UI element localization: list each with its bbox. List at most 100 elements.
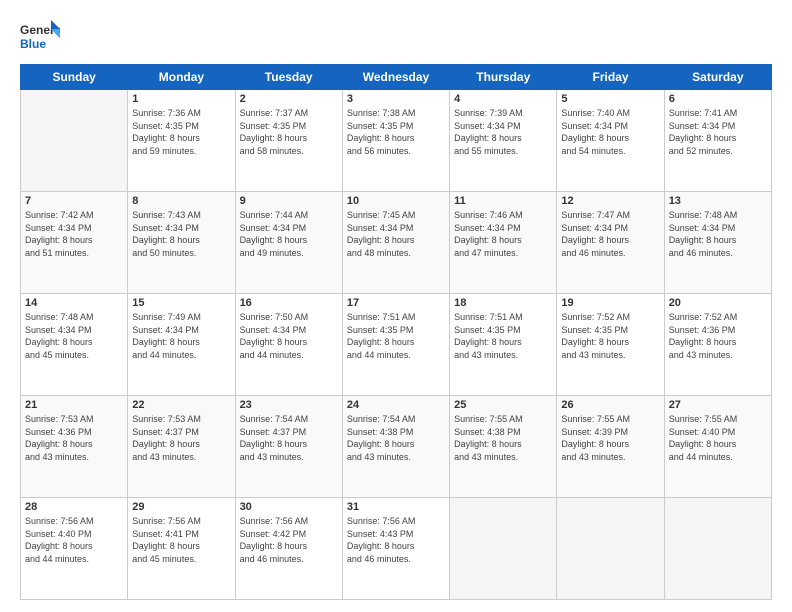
day-number: 23 <box>240 399 338 411</box>
day-number: 4 <box>454 93 552 105</box>
day-number: 25 <box>454 399 552 411</box>
calendar-cell <box>21 90 128 192</box>
day-info: Sunrise: 7:52 AM Sunset: 4:35 PM Dayligh… <box>561 311 659 361</box>
calendar-cell: 31Sunrise: 7:56 AM Sunset: 4:43 PM Dayli… <box>342 498 449 600</box>
weekday-header-monday: Monday <box>128 65 235 90</box>
day-info: Sunrise: 7:55 AM Sunset: 4:39 PM Dayligh… <box>561 413 659 463</box>
day-number: 17 <box>347 297 445 309</box>
calendar-cell: 1 Sunrise: 7:36 AM Sunset: 4:35 PM Daylig… <box>128 90 235 192</box>
calendar-cell: 20 Sunrise: 7:52 AM Sunset: 4:36 PM Dayli… <box>664 294 771 396</box>
day-number: 6 <box>669 93 767 105</box>
calendar-cell: 5 Sunrise: 7:40 AM Sunset: 4:34 PM Daylig… <box>557 90 664 192</box>
day-info: Sunrise: 7:39 AM Sunset: 4:34 PM Dayligh… <box>454 107 552 157</box>
weekday-header-wednesday: Wednesday <box>342 65 449 90</box>
day-info: Sunrise: 7:54 AM Sunset: 4:38 PM Dayligh… <box>347 413 445 463</box>
logo-container: General Blue <box>20 20 60 56</box>
calendar-cell: 10 Sunrise: 7:45 AM Sunset: 4:34 PM Dayli… <box>342 192 449 294</box>
day-number: 13 <box>669 195 767 207</box>
day-number: 26 <box>561 399 659 411</box>
calendar-cell: 21 Sunrise: 7:53 AM Sunset: 4:36 PM Dayli… <box>21 396 128 498</box>
day-number: 24 <box>347 399 445 411</box>
svg-text:Blue: Blue <box>20 37 46 51</box>
calendar-cell: 3Sunrise: 7:38 AM Sunset: 4:35 PM Daylig… <box>342 90 449 192</box>
logo: General Blue <box>20 20 60 56</box>
day-info: Sunrise: 7:56 AM Sunset: 4:42 PM Dayligh… <box>240 515 338 565</box>
day-number: 30 <box>240 501 338 513</box>
calendar-cell: 9 Sunrise: 7:44 AM Sunset: 4:34 PM Daylig… <box>235 192 342 294</box>
day-info: Sunrise: 7:47 AM Sunset: 4:34 PM Dayligh… <box>561 209 659 259</box>
day-number: 8 <box>132 195 230 207</box>
calendar-cell: 4 Sunrise: 7:39 AM Sunset: 4:34 PM Daylig… <box>450 90 557 192</box>
calendar-cell: 30 Sunrise: 7:56 AM Sunset: 4:42 PM Dayli… <box>235 498 342 600</box>
calendar-cell: 22Sunrise: 7:53 AM Sunset: 4:37 PM Dayli… <box>128 396 235 498</box>
calendar-cell: 16 Sunrise: 7:50 AM Sunset: 4:34 PM Dayli… <box>235 294 342 396</box>
day-info: Sunrise: 7:48 AM Sunset: 4:34 PM Dayligh… <box>669 209 767 259</box>
day-number: 21 <box>25 399 123 411</box>
calendar-cell: 13 Sunrise: 7:48 AM Sunset: 4:34 PM Dayli… <box>664 192 771 294</box>
day-info: Sunrise: 7:52 AM Sunset: 4:36 PM Dayligh… <box>669 311 767 361</box>
day-info: Sunrise: 7:56 AM Sunset: 4:41 PM Dayligh… <box>132 515 230 565</box>
day-number: 7 <box>25 195 123 207</box>
day-info: Sunrise: 7:36 AM Sunset: 4:35 PM Dayligh… <box>132 107 230 157</box>
day-number: 16 <box>240 297 338 309</box>
day-info: Sunrise: 7:44 AM Sunset: 4:34 PM Dayligh… <box>240 209 338 259</box>
day-info: Sunrise: 7:42 AM Sunset: 4:34 PM Dayligh… <box>25 209 123 259</box>
week-row-5: 28Sunrise: 7:56 AM Sunset: 4:40 PM Dayli… <box>21 498 772 600</box>
week-row-1: 1 Sunrise: 7:36 AM Sunset: 4:35 PM Daylig… <box>21 90 772 192</box>
day-number: 20 <box>669 297 767 309</box>
day-number: 5 <box>561 93 659 105</box>
day-info: Sunrise: 7:45 AM Sunset: 4:34 PM Dayligh… <box>347 209 445 259</box>
calendar-cell: 6 Sunrise: 7:41 AM Sunset: 4:34 PM Daylig… <box>664 90 771 192</box>
calendar-cell: 25 Sunrise: 7:55 AM Sunset: 4:38 PM Dayli… <box>450 396 557 498</box>
week-row-2: 7 Sunrise: 7:42 AM Sunset: 4:34 PM Daylig… <box>21 192 772 294</box>
day-info: Sunrise: 7:53 AM Sunset: 4:37 PM Dayligh… <box>132 413 230 463</box>
day-number: 10 <box>347 195 445 207</box>
day-info: Sunrise: 7:54 AM Sunset: 4:37 PM Dayligh… <box>240 413 338 463</box>
day-info: Sunrise: 7:37 AM Sunset: 4:35 PM Dayligh… <box>240 107 338 157</box>
day-info: Sunrise: 7:56 AM Sunset: 4:43 PM Dayligh… <box>347 515 445 565</box>
page: General Blue SundayMondayTuesdayWednesda… <box>0 0 792 612</box>
day-number: 28 <box>25 501 123 513</box>
day-info: Sunrise: 7:55 AM Sunset: 4:38 PM Dayligh… <box>454 413 552 463</box>
day-info: Sunrise: 7:51 AM Sunset: 4:35 PM Dayligh… <box>347 311 445 361</box>
calendar-cell: 26 Sunrise: 7:55 AM Sunset: 4:39 PM Dayli… <box>557 396 664 498</box>
day-number: 1 <box>132 93 230 105</box>
day-info: Sunrise: 7:43 AM Sunset: 4:34 PM Dayligh… <box>132 209 230 259</box>
day-info: Sunrise: 7:50 AM Sunset: 4:34 PM Dayligh… <box>240 311 338 361</box>
calendar-table: SundayMondayTuesdayWednesdayThursdayFrid… <box>20 64 772 600</box>
day-number: 27 <box>669 399 767 411</box>
day-info: Sunrise: 7:46 AM Sunset: 4:34 PM Dayligh… <box>454 209 552 259</box>
day-number: 9 <box>240 195 338 207</box>
day-number: 12 <box>561 195 659 207</box>
day-info: Sunrise: 7:48 AM Sunset: 4:34 PM Dayligh… <box>25 311 123 361</box>
day-number: 18 <box>454 297 552 309</box>
day-number: 15 <box>132 297 230 309</box>
day-number: 19 <box>561 297 659 309</box>
logo-svg: General Blue <box>20 20 60 56</box>
day-number: 2 <box>240 93 338 105</box>
calendar-cell <box>557 498 664 600</box>
calendar-cell: 8 Sunrise: 7:43 AM Sunset: 4:34 PM Daylig… <box>128 192 235 294</box>
day-info: Sunrise: 7:53 AM Sunset: 4:36 PM Dayligh… <box>25 413 123 463</box>
week-row-3: 14 Sunrise: 7:48 AM Sunset: 4:34 PM Dayli… <box>21 294 772 396</box>
weekday-header-thursday: Thursday <box>450 65 557 90</box>
day-number: 14 <box>25 297 123 309</box>
calendar-cell: 27Sunrise: 7:55 AM Sunset: 4:40 PM Dayli… <box>664 396 771 498</box>
day-number: 11 <box>454 195 552 207</box>
calendar-cell: 18 Sunrise: 7:51 AM Sunset: 4:35 PM Dayli… <box>450 294 557 396</box>
header: General Blue <box>20 16 772 56</box>
calendar-cell: 28Sunrise: 7:56 AM Sunset: 4:40 PM Dayli… <box>21 498 128 600</box>
weekday-header-sunday: Sunday <box>21 65 128 90</box>
calendar-cell <box>450 498 557 600</box>
day-number: 29 <box>132 501 230 513</box>
calendar-cell: 14 Sunrise: 7:48 AM Sunset: 4:34 PM Dayli… <box>21 294 128 396</box>
day-info: Sunrise: 7:41 AM Sunset: 4:34 PM Dayligh… <box>669 107 767 157</box>
calendar-cell: 7 Sunrise: 7:42 AM Sunset: 4:34 PM Daylig… <box>21 192 128 294</box>
week-row-4: 21 Sunrise: 7:53 AM Sunset: 4:36 PM Dayli… <box>21 396 772 498</box>
weekday-header-saturday: Saturday <box>664 65 771 90</box>
day-info: Sunrise: 7:40 AM Sunset: 4:34 PM Dayligh… <box>561 107 659 157</box>
calendar-cell: 2 Sunrise: 7:37 AM Sunset: 4:35 PM Daylig… <box>235 90 342 192</box>
day-info: Sunrise: 7:51 AM Sunset: 4:35 PM Dayligh… <box>454 311 552 361</box>
calendar-cell: 17 Sunrise: 7:51 AM Sunset: 4:35 PM Dayli… <box>342 294 449 396</box>
calendar-cell: 29 Sunrise: 7:56 AM Sunset: 4:41 PM Dayli… <box>128 498 235 600</box>
